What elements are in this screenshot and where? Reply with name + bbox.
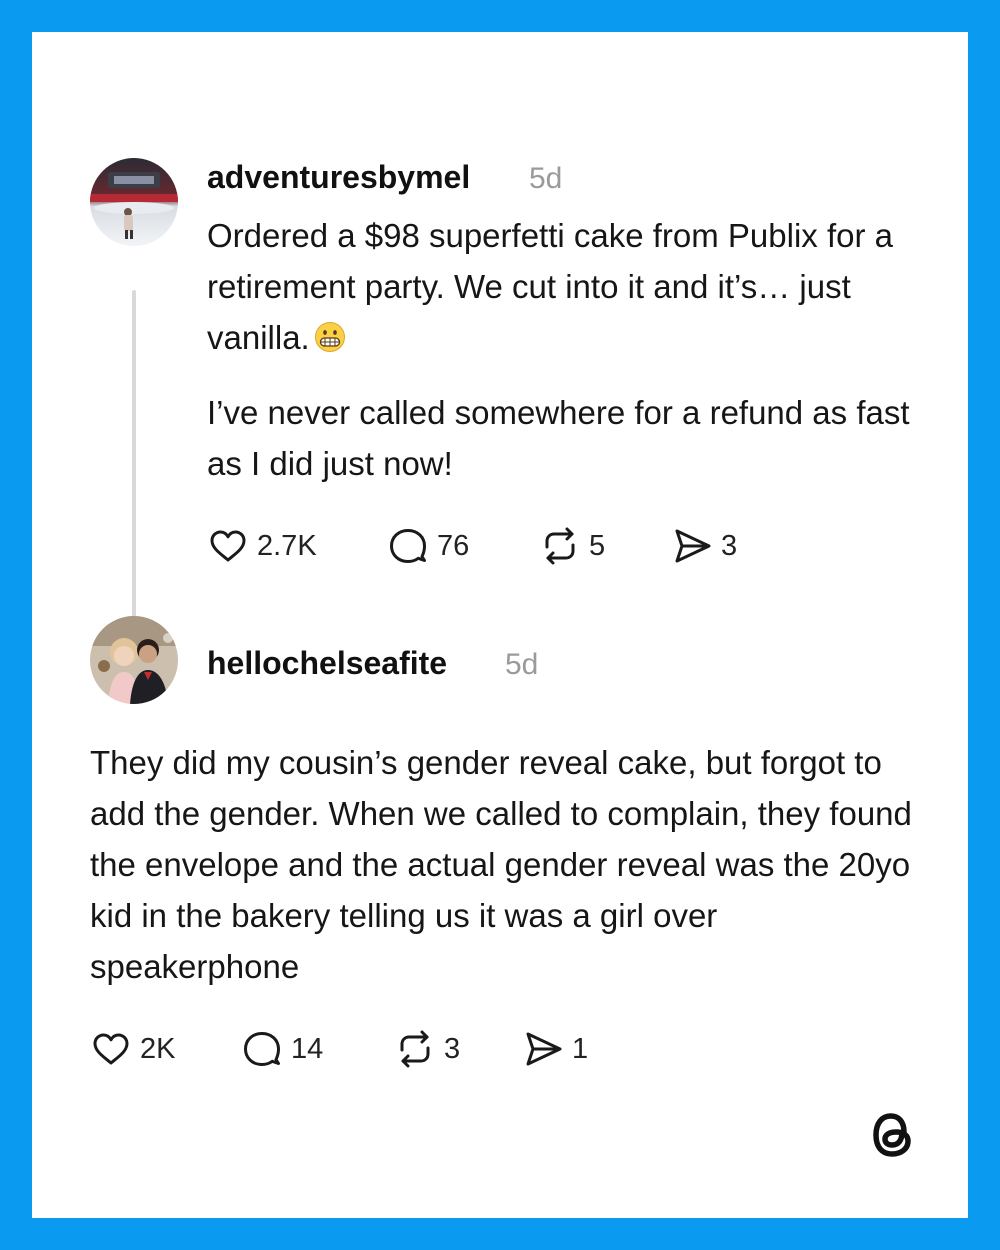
speech-bubble-icon (241, 1028, 283, 1070)
post-timestamp: 5d (505, 648, 539, 681)
like-button[interactable]: 2.7K (207, 524, 317, 568)
post-timestamp: 5d (529, 162, 563, 195)
reply-button[interactable]: 14 (241, 1027, 323, 1071)
repost-count: 5 (589, 530, 606, 562)
grimacing-face-icon (314, 316, 346, 352)
post-paragraph: I’ve never called somewhere for a refund… (207, 394, 910, 482)
send-icon (522, 1028, 564, 1070)
post-body: Ordered a $98 superfetti cake from Publi… (207, 210, 937, 489)
repost-button[interactable]: 5 (539, 524, 605, 568)
avatar-hellochelseafite[interactable] (90, 616, 178, 704)
share-button[interactable]: 1 (522, 1027, 588, 1071)
post-username[interactable]: hellochelseafite (207, 644, 447, 682)
share-button[interactable]: 3 (671, 524, 737, 568)
like-count: 2K (140, 1033, 176, 1065)
thread-connector-line (132, 290, 136, 624)
post-card: adventuresbymel 5d Ordered a $98 superfe… (32, 32, 968, 1218)
post-actions: 2.7K 76 5 3 (207, 524, 807, 568)
repost-arrows-icon (394, 1028, 436, 1070)
heart-icon (90, 1028, 132, 1070)
repost-count: 3 (444, 1033, 461, 1065)
threads-logo-icon (864, 1104, 922, 1166)
speech-bubble-icon (387, 525, 429, 567)
share-count: 3 (721, 530, 738, 562)
reply-button[interactable]: 76 (387, 524, 469, 568)
share-count: 1 (572, 1033, 589, 1065)
send-icon (671, 525, 713, 567)
post-paragraph: They did my cousin’s gender reveal cake,… (90, 744, 912, 985)
post-paragraph: Ordered a $98 superfetti cake from Publi… (207, 210, 937, 363)
post-actions: 2K 14 3 1 (90, 1027, 650, 1071)
reply-count: 76 (437, 530, 470, 562)
heart-icon (207, 525, 249, 567)
repost-arrows-icon (539, 525, 581, 567)
post-body: They did my cousin’s gender reveal cake,… (90, 737, 920, 992)
post-paragraph-text: Ordered a $98 superfetti cake from Publi… (207, 217, 894, 356)
like-count: 2.7K (257, 530, 317, 562)
repost-button[interactable]: 3 (394, 1027, 460, 1071)
avatar-adventuresbymel[interactable] (90, 158, 178, 246)
like-button[interactable]: 2K (90, 1027, 175, 1071)
post-username[interactable]: adventuresbymel (207, 158, 470, 196)
reply-count: 14 (291, 1033, 324, 1065)
